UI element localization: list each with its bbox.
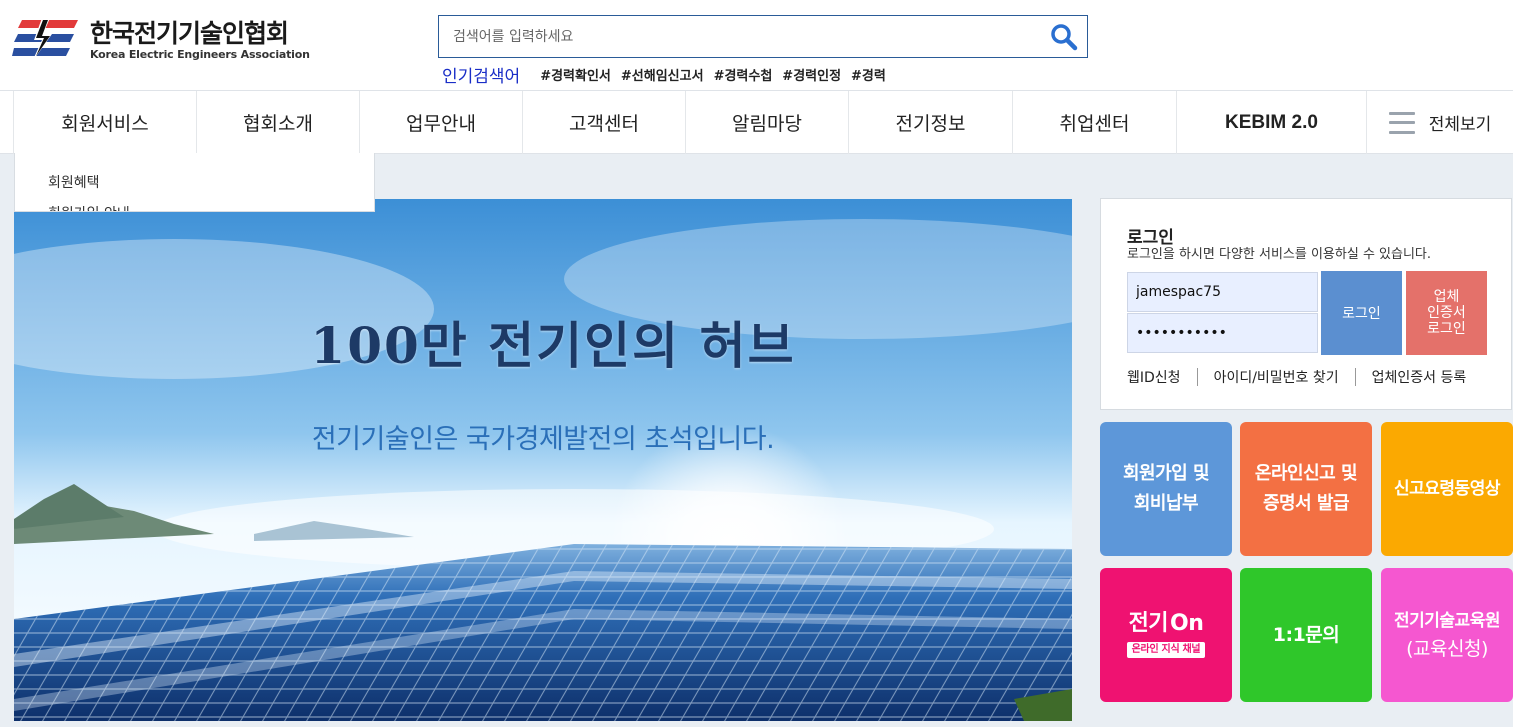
tile-education-center[interactable]: 전기기술교육원 (교육신청) (1381, 568, 1513, 702)
popular-label: 인기검색어 (442, 67, 521, 87)
hero-banner[interactable]: 100만 전기인의 허브 전기기술인은 국가경제발전의 초석입니다. (14, 199, 1072, 721)
divider (1196, 368, 1198, 386)
view-all-label: 전체보기 (1428, 115, 1492, 135)
nav-kebim[interactable]: KEBIM 2.0 (1176, 91, 1366, 154)
on-logo-subtitle: 온라인 지식 채널 (1126, 642, 1206, 658)
popular-tag[interactable]: #선해임신고서 (621, 65, 704, 84)
tile-one-on-one-inquiry[interactable]: 1:1문의 (1240, 568, 1372, 702)
company-cert-login-button[interactable]: 업체 인증서 로그인 (1406, 271, 1487, 355)
web-id-signup-link[interactable]: 웹ID신청 (1127, 367, 1181, 387)
register-company-cert-link[interactable]: 업체인증서 등록 (1372, 367, 1467, 387)
banner-subtitle: 전기기술인은 국가경제발전의 초석입니다. (311, 424, 775, 455)
banner-title: 100만 전기인의 허브 (310, 316, 796, 375)
login-panel: 로그인 로그인을 하시면 다양한 서비스를 이용하실 수 있습니다. 로그인 업… (1100, 198, 1512, 410)
divider (1354, 368, 1356, 386)
site-logo[interactable]: 한국전기기술인협회 Korea Electric Engineers Assoc… (12, 18, 310, 62)
logo-english: Korea Electric Engineers Association (90, 47, 310, 61)
main-nav: 회원서비스 협회소개 업무안내 고객센터 알림마당 전기정보 취업센터 KEBI… (0, 90, 1513, 154)
nav-job-center[interactable]: 취업센터 (1012, 91, 1176, 154)
tile-label: 전기기술교육원 (1394, 611, 1500, 631)
popular-keywords: 인기검색어 #경력확인서 #선해임신고서 #경력수첩 #경력인정 #경력 (442, 62, 886, 87)
password-input[interactable] (1127, 313, 1318, 353)
tile-report-video[interactable]: 신고요령동영상 (1381, 422, 1513, 556)
nav-customer-center[interactable]: 고객센터 (522, 91, 685, 154)
popular-tag[interactable]: #경력인정 (782, 65, 841, 84)
nav-member-service[interactable]: 회원서비스 (13, 91, 196, 154)
popular-tag[interactable]: #경력확인서 (540, 65, 611, 84)
kea-logo-icon (12, 18, 78, 62)
username-input[interactable] (1127, 272, 1318, 312)
dropdown-item-join-guide[interactable]: 회원가입 안내 (48, 203, 130, 211)
tile-membership-payment[interactable]: 회원가입 및 회비납부 (1100, 422, 1232, 556)
view-all-button[interactable]: 전체보기 (1366, 91, 1513, 154)
tile-label: 신고요령동영상 (1394, 479, 1500, 499)
nav-about[interactable]: 협회소개 (196, 91, 359, 154)
tile-online-report[interactable]: 온라인신고 및 증명서 발급 (1240, 422, 1372, 556)
cert-button-line: 인증서 (1427, 305, 1466, 321)
popular-tag[interactable]: #경력 (851, 65, 886, 84)
nav-dropdown: 회원혜택 회원가입 안내 (14, 153, 375, 212)
on-logo-text: 전기 (1128, 611, 1169, 636)
solar-panel-illustration (14, 199, 1072, 721)
electric-on-logo: 전기 On (1129, 612, 1204, 636)
popular-tag[interactable]: #경력수첩 (714, 65, 773, 84)
nav-business[interactable]: 업무안내 (359, 91, 522, 154)
cert-button-line: 로그인 (1427, 321, 1466, 337)
tile-electric-on[interactable]: 전기 On 온라인 지식 채널 (1100, 568, 1232, 702)
login-description: 로그인을 하시면 다양한 서비스를 이용하실 수 있습니다. (1127, 247, 1432, 262)
hamburger-icon (1388, 111, 1415, 134)
cert-button-line: 업체 (1433, 289, 1460, 305)
tile-label: 1:1문의 (1272, 624, 1340, 646)
find-id-password-link[interactable]: 아이디/비밀번호 찾기 (1214, 367, 1339, 387)
site-header: 한국전기기술인협회 Korea Electric Engineers Assoc… (0, 0, 1513, 90)
search-input[interactable] (439, 16, 1039, 57)
login-links: 웹ID신청 아이디/비밀번호 찾기 업체인증서 등록 (1127, 367, 1466, 387)
nav-electric-info[interactable]: 전기정보 (848, 91, 1012, 154)
search-icon[interactable] (1049, 22, 1079, 52)
tile-label: 회비납부 (1133, 493, 1199, 514)
logo-korean: 한국전기기술인협회 (90, 18, 289, 48)
login-button[interactable]: 로그인 (1321, 271, 1402, 355)
tile-label: 증명서 발급 (1262, 493, 1350, 514)
search-box (438, 15, 1088, 58)
tile-label: 회원가입 및 (1122, 463, 1210, 484)
tile-label: 온라인신고 및 (1254, 463, 1358, 484)
nav-notice[interactable]: 알림마당 (685, 91, 848, 154)
on-logo-on: On (1170, 611, 1204, 636)
tile-label: (교육신청) (1406, 638, 1488, 660)
dropdown-item-benefits[interactable]: 회원혜택 (48, 172, 100, 192)
